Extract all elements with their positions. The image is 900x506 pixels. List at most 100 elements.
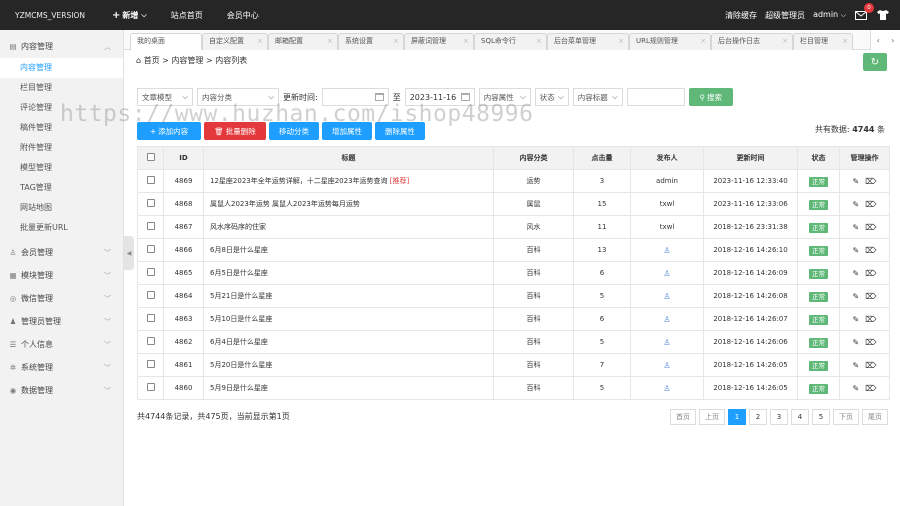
select-all-checkbox[interactable] [146, 153, 155, 161]
close-icon[interactable]: × [257, 34, 263, 49]
close-icon[interactable]: × [842, 34, 848, 49]
edit-icon[interactable]: ✎ [852, 223, 859, 232]
sidebar-group-content[interactable]: ▤ 内容管理 ︿ [0, 35, 123, 58]
close-icon[interactable]: × [393, 34, 399, 49]
sidebar-group-profile[interactable]: ☰ 个人信息 ﹀ [0, 333, 123, 356]
delete-icon[interactable]: ⌦ [865, 200, 876, 209]
edit-icon[interactable]: ✎ [852, 269, 859, 278]
field-select[interactable]: 内容标题 ⌵ [572, 88, 623, 106]
message-icon[interactable]: 0 [854, 3, 874, 21]
row-title[interactable]: 12星座2023年全年运势详解，十二星座2023年运势查询 [210, 177, 388, 185]
close-icon[interactable]: × [618, 34, 624, 49]
delete-icon[interactable]: ⌦ [865, 292, 876, 301]
sidebar-item-model[interactable]: 模型管理 [0, 158, 123, 178]
row-title[interactable]: 5月10日是什么星座 [210, 315, 272, 323]
edit-icon[interactable]: ✎ [852, 177, 859, 186]
tab-system-settings[interactable]: 系统设置 × [338, 33, 404, 50]
edit-icon[interactable]: ✎ [852, 315, 859, 324]
nav-member-center[interactable]: 会员中心 [215, 10, 271, 21]
tab-menu-manage[interactable]: 后台菜单管理 × [547, 33, 629, 50]
sidebar-group-admin[interactable]: ♟ 管理员管理 ﹀ [0, 310, 123, 333]
delete-icon[interactable]: ⌦ [865, 338, 876, 347]
sidebar-group-data[interactable]: ◉ 数据管理 ﹀ [0, 379, 123, 402]
chevron-right-icon[interactable]: › [891, 36, 894, 45]
row-title[interactable]: 5月21日是什么星座 [210, 292, 272, 300]
sidebar-group-system[interactable]: ✲ 系统管理 ﹀ [0, 356, 123, 379]
row-title[interactable]: 风水序码序的住家 [210, 223, 266, 231]
user-menu[interactable]: admin ⌵ [813, 10, 846, 20]
row-title[interactable]: 6月5日是什么星座 [210, 269, 268, 277]
page-2[interactable]: 2 [749, 409, 767, 425]
sidebar-group-member[interactable]: ♙ 会员管理 ﹀ [0, 241, 123, 264]
delete-icon[interactable]: ⌦ [865, 361, 876, 370]
edit-icon[interactable]: ✎ [852, 338, 859, 347]
row-checkbox[interactable] [146, 383, 155, 391]
row-checkbox[interactable] [146, 199, 155, 207]
tab-mail-config[interactable]: 邮箱配置 × [268, 33, 338, 50]
edit-icon[interactable]: ✎ [852, 200, 859, 209]
edit-icon[interactable]: ✎ [852, 361, 859, 370]
row-title[interactable]: 6月4日是什么星座 [210, 338, 268, 346]
row-checkbox[interactable] [146, 314, 155, 322]
close-icon[interactable]: × [463, 34, 469, 49]
tab-custom-config[interactable]: 自定义配置 × [202, 33, 268, 50]
row-title[interactable]: 5月9日是什么星座 [210, 384, 268, 392]
page-next[interactable]: 下页 [833, 409, 859, 425]
sidebar-item-content[interactable]: 内容管理 [0, 58, 123, 78]
row-checkbox[interactable] [146, 222, 155, 230]
row-checkbox[interactable] [146, 291, 155, 299]
row-title[interactable]: 6月8日是什么星座 [210, 246, 268, 254]
close-icon[interactable]: × [782, 34, 788, 49]
tab-op-log[interactable]: 后台操作日志 × [711, 33, 793, 50]
sidebar-item-attachment[interactable]: 附件管理 [0, 138, 123, 158]
close-icon[interactable]: × [700, 34, 706, 49]
keyword-input[interactable] [626, 88, 685, 106]
tab-url-rules[interactable]: URL规则管理 × [629, 33, 711, 50]
row-checkbox[interactable] [146, 268, 155, 276]
page-3[interactable]: 3 [770, 409, 788, 425]
sidebar-item-batch-url[interactable]: 批量更新URL [0, 218, 123, 238]
page-4[interactable]: 4 [791, 409, 809, 425]
row-checkbox[interactable] [146, 176, 155, 184]
tab-desktop[interactable]: 我的桌面 [130, 33, 202, 50]
new-menu[interactable]: + 新增 ⌵ [100, 10, 159, 21]
page-first[interactable]: 首页 [670, 409, 696, 425]
refresh-button[interactable]: ↻ [863, 53, 887, 71]
breadcrumb-home[interactable]: 首页 [144, 56, 160, 65]
sidebar-item-tag[interactable]: TAG管理 [0, 178, 123, 198]
delete-icon[interactable]: ⌦ [865, 269, 876, 278]
edit-icon[interactable]: ✎ [852, 384, 859, 393]
delete-icon[interactable]: ⌦ [865, 384, 876, 393]
nav-site-home[interactable]: 站点首页 [159, 10, 215, 21]
sidebar-group-wechat[interactable]: ◎ 微信管理 ﹀ [0, 287, 123, 310]
status-select[interactable]: 状态 ⌵ [534, 88, 569, 106]
sidebar-group-module[interactable]: ▦ 模块管理 ﹀ [0, 264, 123, 287]
chevron-left-icon[interactable]: ‹ [877, 36, 880, 45]
row-checkbox[interactable] [146, 245, 155, 253]
page-1[interactable]: 1 [728, 409, 746, 425]
delete-icon[interactable]: ⌦ [865, 177, 876, 186]
breadcrumb-content[interactable]: 内容管理 [171, 56, 203, 65]
sidebar-item-category[interactable]: 栏目管理 [0, 78, 123, 98]
sidebar-collapse-toggle[interactable]: ◀ [124, 236, 134, 270]
row-checkbox[interactable] [146, 360, 155, 368]
tab-category[interactable]: 栏目管理 × [793, 33, 853, 50]
sidebar-item-sitemap[interactable]: 网站地图 [0, 198, 123, 218]
clear-cache-link[interactable]: 清除缓存 [725, 10, 757, 21]
delete-icon[interactable]: ⌦ [865, 315, 876, 324]
edit-icon[interactable]: ✎ [852, 246, 859, 255]
page-5[interactable]: 5 [812, 409, 830, 425]
page-prev[interactable]: 上页 [699, 409, 725, 425]
close-icon[interactable]: × [536, 34, 542, 49]
search-button[interactable]: ⚲ 搜索 [688, 88, 733, 106]
delete-icon[interactable]: ⌦ [865, 246, 876, 255]
skin-icon[interactable] [876, 9, 890, 21]
row-checkbox[interactable] [146, 337, 155, 345]
delete-icon[interactable]: ⌦ [865, 223, 876, 232]
tab-sql[interactable]: SQL命令行 × [474, 33, 547, 50]
row-title[interactable]: 属鼠人2023年运势 属鼠人2023年运势每月运势 [210, 200, 360, 208]
edit-icon[interactable]: ✎ [852, 292, 859, 301]
tab-word-filter[interactable]: 屏蔽词管理 × [404, 33, 474, 50]
close-icon[interactable]: × [327, 34, 333, 49]
page-last[interactable]: 尾页 [862, 409, 888, 425]
